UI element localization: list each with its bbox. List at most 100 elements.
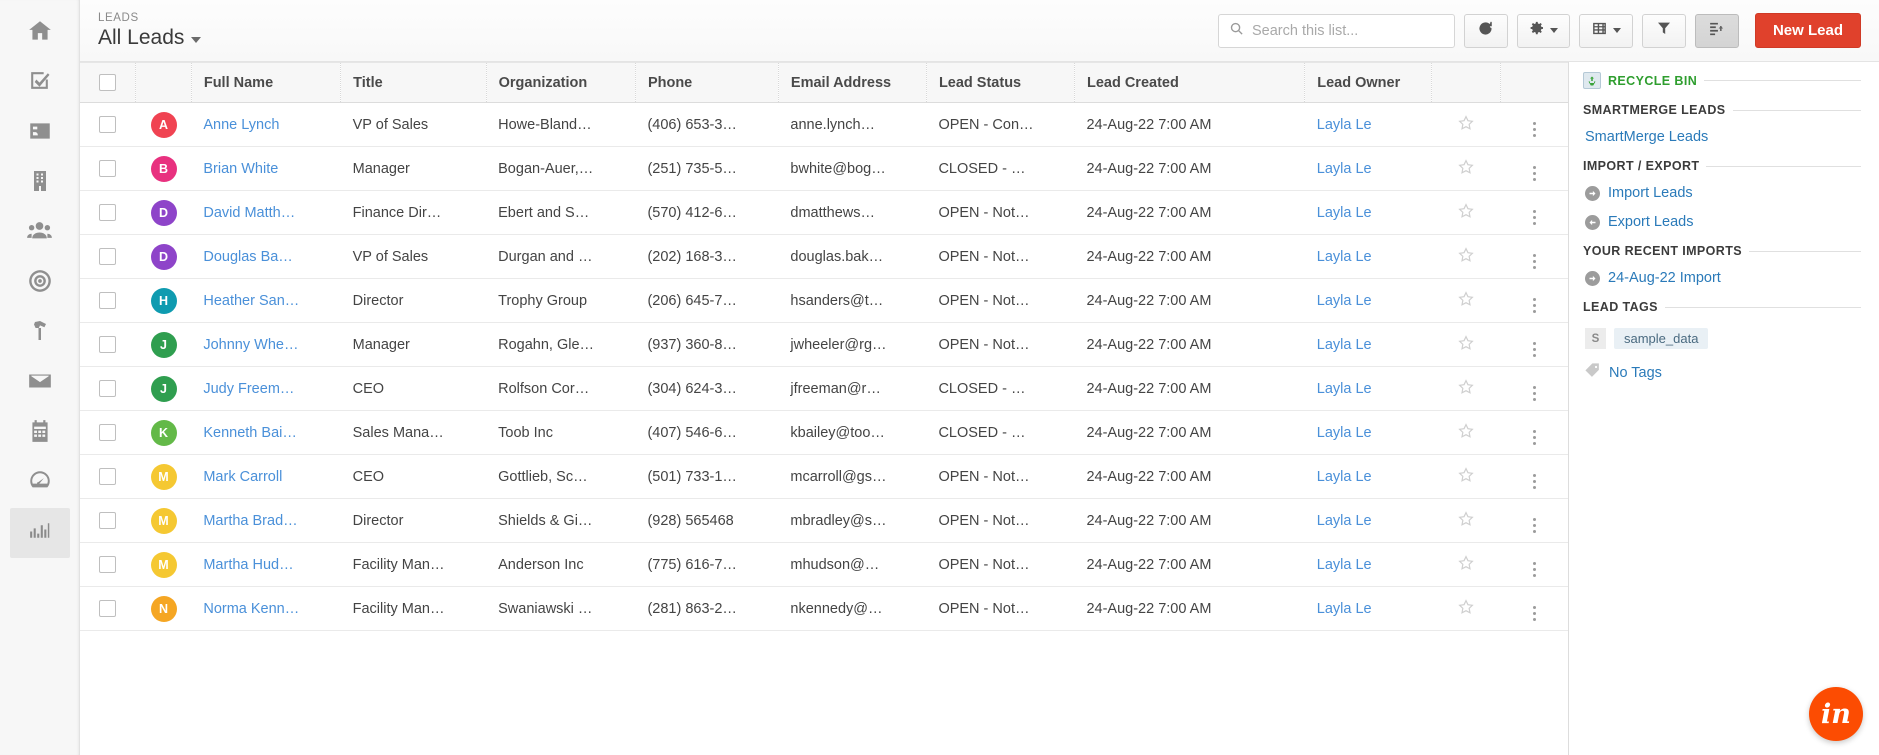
nav-item-contacts[interactable]	[10, 108, 70, 158]
column-header-email[interactable]: Email Address	[778, 62, 927, 103]
lead-name-link[interactable]: Anne Lynch	[203, 117, 279, 133]
side-panel-link[interactable]: SmartMerge Leads	[1585, 129, 1861, 145]
more-vertical-icon[interactable]	[1532, 517, 1536, 533]
table-row[interactable]: D Douglas Ba… VP of Sales Durgan and … (202)…	[80, 234, 1568, 279]
nav-item-companies[interactable]	[10, 158, 70, 208]
column-header-title[interactable]: Title	[340, 62, 487, 103]
row-checkbox[interactable]	[99, 424, 117, 441]
lead-name-link[interactable]: Martha Hud…	[203, 557, 293, 573]
star-icon[interactable]	[1457, 466, 1475, 488]
lead-name-link[interactable]: Martha Brad…	[203, 513, 297, 529]
lead-owner-link[interactable]: Layla Le	[1317, 469, 1372, 485]
star-icon[interactable]	[1457, 246, 1475, 268]
lead-owner-link[interactable]: Layla Le	[1317, 293, 1372, 309]
table-row[interactable]: J Johnny Whe… Manager Rogahn, Gle… (937) 360…	[80, 322, 1568, 367]
select-all-checkbox[interactable]	[99, 74, 117, 91]
more-vertical-icon[interactable]	[1532, 385, 1536, 401]
column-header-full-name[interactable]: Full Name	[191, 62, 342, 103]
column-header-phone[interactable]: Phone	[635, 62, 779, 103]
row-checkbox[interactable]	[99, 512, 117, 529]
settings-button[interactable]	[1516, 13, 1570, 48]
star-icon[interactable]	[1457, 422, 1475, 444]
more-vertical-icon[interactable]	[1532, 341, 1536, 357]
star-icon[interactable]	[1457, 598, 1475, 620]
star-icon[interactable]	[1457, 290, 1475, 312]
lead-owner-link[interactable]: Layla Le	[1317, 117, 1372, 133]
row-checkbox[interactable]	[99, 292, 117, 309]
table-row[interactable]: M Martha Hud… Facility Man… Anderson Inc (77…	[80, 542, 1568, 587]
table-row[interactable]: K Kenneth Bai… Sales Mana… Toob Inc (407) 54…	[80, 410, 1568, 455]
row-checkbox[interactable]	[99, 380, 117, 397]
row-checkbox[interactable]	[99, 160, 117, 177]
more-vertical-icon[interactable]	[1532, 253, 1536, 269]
nav-item-leads[interactable]	[10, 208, 70, 258]
side-panel-link[interactable]: 24-Aug-22 Import	[1585, 270, 1861, 286]
nav-item-targets[interactable]	[10, 258, 70, 308]
table-row[interactable]: B Brian White Manager Bogan-Auer,… (251) 735…	[80, 146, 1568, 191]
row-checkbox[interactable]	[99, 204, 117, 221]
more-vertical-icon[interactable]	[1532, 297, 1536, 313]
nav-item-projects[interactable]	[10, 308, 70, 358]
new-lead-button[interactable]: New Lead	[1754, 13, 1861, 48]
no-tags-link[interactable]: No Tags	[1609, 365, 1662, 381]
lead-name-link[interactable]: Judy Freem…	[203, 381, 294, 397]
lead-owner-link[interactable]: Layla Le	[1317, 161, 1372, 177]
lead-name-link[interactable]: Norma Kenn…	[203, 601, 299, 617]
sort-button[interactable]	[1694, 13, 1739, 48]
lead-owner-link[interactable]: Layla Le	[1317, 557, 1372, 573]
star-icon[interactable]	[1457, 334, 1475, 356]
row-checkbox[interactable]	[99, 556, 117, 573]
columns-button[interactable]	[1578, 13, 1633, 48]
search-input[interactable]	[1251, 22, 1444, 39]
nav-item-home[interactable]	[10, 8, 70, 58]
more-vertical-icon[interactable]	[1532, 121, 1536, 137]
lead-owner-link[interactable]: Layla Le	[1317, 601, 1372, 617]
refresh-button[interactable]	[1463, 13, 1508, 48]
lead-name-link[interactable]: Mark Carroll	[203, 469, 282, 485]
star-icon[interactable]	[1457, 378, 1475, 400]
table-row[interactable]: H Heather San… Director Trophy Group (206) 6…	[80, 278, 1568, 323]
no-tags-row[interactable]: No Tags	[1584, 362, 1861, 384]
table-row[interactable]: A Anne Lynch VP of Sales Howe-Bland… (406) 6…	[80, 102, 1568, 147]
star-icon[interactable]	[1457, 158, 1475, 180]
nav-item-calendar[interactable]	[10, 408, 70, 458]
nav-item-dashboard[interactable]	[10, 458, 70, 508]
more-vertical-icon[interactable]	[1532, 561, 1536, 577]
lead-name-link[interactable]: Kenneth Bai…	[203, 425, 297, 441]
row-checkbox[interactable]	[99, 336, 117, 353]
lead-owner-link[interactable]: Layla Le	[1317, 205, 1372, 221]
table-row[interactable]: N Norma Kenn… Facility Man… Swaniawski … (28…	[80, 586, 1568, 631]
search-input-wrap[interactable]	[1217, 13, 1455, 48]
lead-owner-link[interactable]: Layla Le	[1317, 425, 1372, 441]
star-icon[interactable]	[1457, 202, 1475, 224]
lead-name-link[interactable]: Heather San…	[203, 293, 299, 309]
row-checkbox[interactable]	[99, 468, 117, 485]
column-header-lead-created[interactable]: Lead Created	[1074, 62, 1306, 103]
filter-button[interactable]	[1641, 13, 1686, 48]
row-checkbox[interactable]	[99, 116, 117, 133]
more-vertical-icon[interactable]	[1532, 473, 1536, 489]
nav-item-reports[interactable]	[9, 508, 70, 558]
lead-owner-link[interactable]: Layla Le	[1317, 513, 1372, 529]
more-vertical-icon[interactable]	[1532, 209, 1536, 225]
recycle-bin-row[interactable]: RECYCLE BIN	[1583, 72, 1861, 89]
star-icon[interactable]	[1457, 554, 1475, 576]
lead-name-link[interactable]: Brian White	[203, 161, 278, 177]
row-checkbox[interactable]	[99, 248, 117, 265]
nav-item-tasks[interactable]	[10, 58, 70, 108]
lead-owner-link[interactable]: Layla Le	[1317, 381, 1372, 397]
side-panel-link[interactable]: Export Leads	[1585, 214, 1861, 230]
column-header-lead-owner[interactable]: Lead Owner	[1304, 62, 1432, 103]
chat-widget-button[interactable]: in	[1809, 687, 1863, 741]
lead-name-link[interactable]: David Matth…	[203, 205, 295, 221]
more-vertical-icon[interactable]	[1532, 429, 1536, 445]
table-row[interactable]: M Martha Brad… Director Shields & Gi… (928) …	[80, 498, 1568, 543]
lead-owner-link[interactable]: Layla Le	[1317, 249, 1372, 265]
more-vertical-icon[interactable]	[1532, 605, 1536, 621]
lead-name-link[interactable]: Douglas Ba…	[203, 249, 292, 265]
star-icon[interactable]	[1457, 114, 1475, 136]
lead-name-link[interactable]: Johnny Whe…	[203, 337, 298, 353]
nav-item-mail[interactable]	[10, 358, 70, 408]
row-checkbox[interactable]	[99, 600, 117, 617]
side-panel-link[interactable]: Import Leads	[1585, 185, 1861, 201]
